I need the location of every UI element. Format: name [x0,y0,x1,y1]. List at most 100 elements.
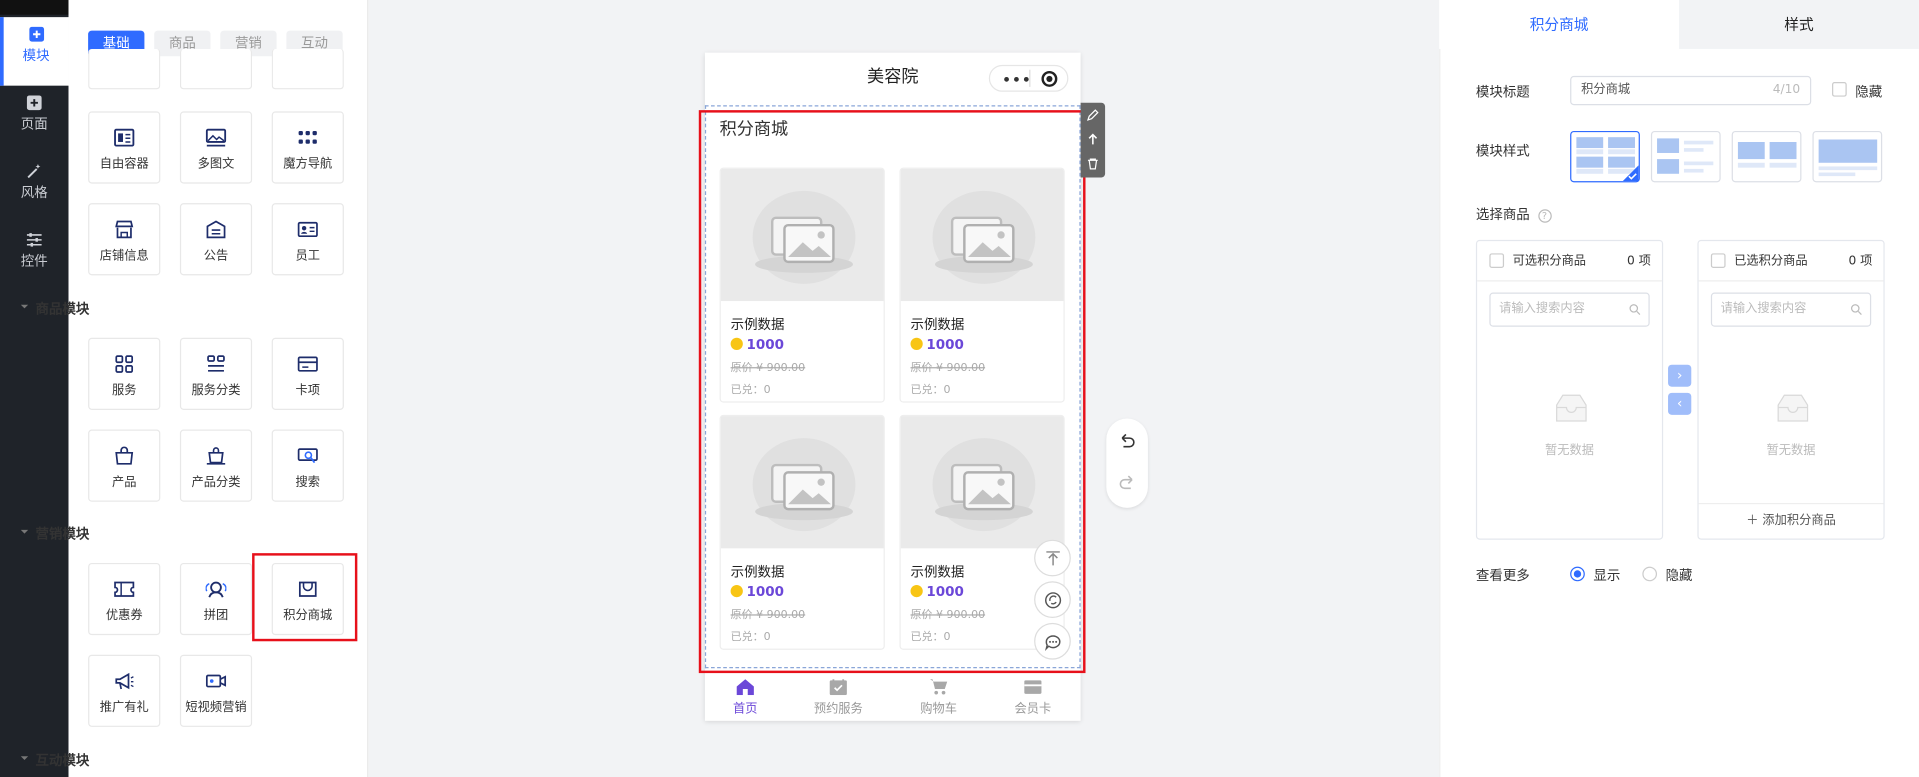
module-toolbar [1080,102,1106,178]
move-left-button[interactable]: ‹ [1668,392,1692,415]
section-interactive[interactable]: 互动模块 [21,750,89,770]
component-image-text[interactable]: 多图文 [179,111,253,184]
image-placeholder-icon [900,168,1064,302]
available-goods-search[interactable]: 请输入搜索内容 [1489,292,1650,327]
member-card-icon [1024,680,1042,694]
view-more-hide-radio[interactable] [1642,566,1658,582]
magic-wand-icon [27,163,41,179]
select-goods-label: 选择商品 ? [1476,204,1552,224]
section-goods[interactable]: 商品模块 [21,299,89,319]
back-to-top-button[interactable] [1034,539,1071,577]
tile-label: 服务分类 [191,384,241,398]
selected-goods-header: 已选积分商品 0 项 [1698,241,1884,282]
style-option-grid[interactable] [1570,130,1640,183]
empty-inbox-icon [1556,394,1587,422]
goods-name: 示例数据 [910,316,965,333]
tabbar-label: 首页 [733,702,758,716]
goods-card[interactable]: 示例数据 1000 原价 ¥ 900.00 已兑：0 [899,414,1065,650]
component-notice[interactable]: 公告 [179,203,253,276]
component-service[interactable]: 服务 [88,337,161,410]
rail-item-controls[interactable]: 控件 [0,223,69,292]
mini-program-capsule[interactable]: ••• [988,64,1069,92]
component-grid-nav[interactable]: 魔方导航 [271,111,344,184]
view-more-show-radio[interactable] [1570,566,1585,582]
style-option-scroll[interactable] [1731,130,1802,183]
component-card[interactable]: 卡项 [271,337,344,410]
component-coupon[interactable]: 优惠券 [88,562,161,636]
component-service-category[interactable]: 服务分类 [179,337,253,410]
goods-card[interactable]: 示例数据 1000 原价 ¥ 900.00 已兑：0 [719,167,885,403]
coin-icon [910,584,923,598]
style-option-list[interactable] [1650,130,1721,183]
module-title-count: 4/10 [1772,83,1801,97]
tabbar-booking[interactable]: 预约服务 [792,676,885,721]
search-icon [1850,304,1862,315]
component-tile-partial[interactable] [88,48,161,90]
chat-button[interactable] [1034,622,1071,660]
more-dots-icon[interactable]: ••• [1002,72,1031,88]
delete-icon[interactable] [1087,158,1099,170]
goods-card[interactable]: 示例数据 1000 原价 ¥ 900.00 已兑：0 [719,414,885,650]
rail-item-pages[interactable]: 页面 [0,86,69,155]
home-icon [736,679,754,696]
component-group-buy[interactable]: 拼团 [179,562,253,636]
rail-top [0,0,69,15]
hide-title-checkbox[interactable] [1832,81,1847,97]
tabbar-label: 会员卡 [1014,702,1052,716]
customer-service-icon [1045,592,1062,609]
tabbar-cart[interactable]: 购物车 [892,676,985,721]
component-store-info[interactable]: 店铺信息 [88,203,161,276]
component-product-category[interactable]: 产品分类 [179,429,253,502]
tab-points-mall-settings[interactable]: 积分商城 [1439,0,1680,49]
component-staff[interactable]: 员工 [271,203,344,276]
rail-item-modules[interactable]: 模块 [0,17,69,86]
move-up-icon[interactable] [1087,133,1099,145]
available-goods-box: 可选积分商品 0 项 请输入搜索内容 暂无数据 [1475,239,1664,540]
select-all-selected-checkbox[interactable] [1710,253,1726,269]
component-tile-partial[interactable] [271,48,344,90]
goods-name: 示例数据 [910,564,965,581]
tile-label: 魔方导航 [283,157,333,172]
rail-label: 模块 [22,47,50,64]
move-right-button[interactable]: › [1668,364,1692,387]
megaphone-icon [115,672,134,690]
tile-label: 产品分类 [191,476,241,490]
search-icon [1629,304,1641,315]
selected-goods-search[interactable]: 请输入搜索内容 [1710,292,1872,327]
coin-icon [730,584,743,598]
section-marketing[interactable]: 营销模块 [21,524,89,544]
close-target-icon[interactable] [1041,70,1058,87]
service-button[interactable] [1034,581,1071,619]
add-points-goods-button[interactable]: ＋ 添加积分商品 [1698,502,1884,538]
horizontal-scroll-icon [1737,141,1797,168]
style-option-large[interactable] [1812,130,1883,183]
help-icon[interactable]: ? [1537,209,1552,223]
back-to-top-icon [1046,551,1060,566]
rail-label: 页面 [20,116,48,133]
available-goods-count: 0 项 [1626,254,1651,269]
select-all-available-checkbox[interactable] [1489,253,1505,269]
component-free-container[interactable]: 自由容器 [88,111,161,184]
tabbar-member-card[interactable]: 会员卡 [986,676,1079,721]
undo-icon[interactable] [1119,433,1136,450]
store-icon [115,220,134,239]
goods-card[interactable]: 示例数据 1000 原价 ¥ 900.00 已兑：0 [899,167,1065,403]
component-product[interactable]: 产品 [88,429,161,502]
tab-style-settings[interactable]: 样式 [1679,0,1919,49]
redo-icon[interactable] [1119,475,1136,492]
goods-points: 1000 [730,337,784,352]
tabbar-home[interactable]: 首页 [699,676,792,721]
component-referral[interactable]: 推广有礼 [88,654,161,727]
tabbar-label: 购物车 [920,702,958,716]
component-short-video[interactable]: 短视频营销 [179,654,253,727]
cart-icon [930,679,948,695]
rail-item-style[interactable]: 风格 [0,154,69,223]
capsule-divider [1029,69,1031,87]
tile-label: 自由容器 [99,157,149,172]
edit-pencil-icon[interactable] [1086,109,1099,121]
selected-goods-empty: 暂无数据 [1766,444,1816,458]
component-search[interactable]: 搜索 [271,429,344,502]
component-tile-partial[interactable] [179,48,253,90]
module-title-input[interactable]: 积分商城 4/10 [1570,75,1812,106]
module-style-label: 模块样式 [1475,143,1530,160]
